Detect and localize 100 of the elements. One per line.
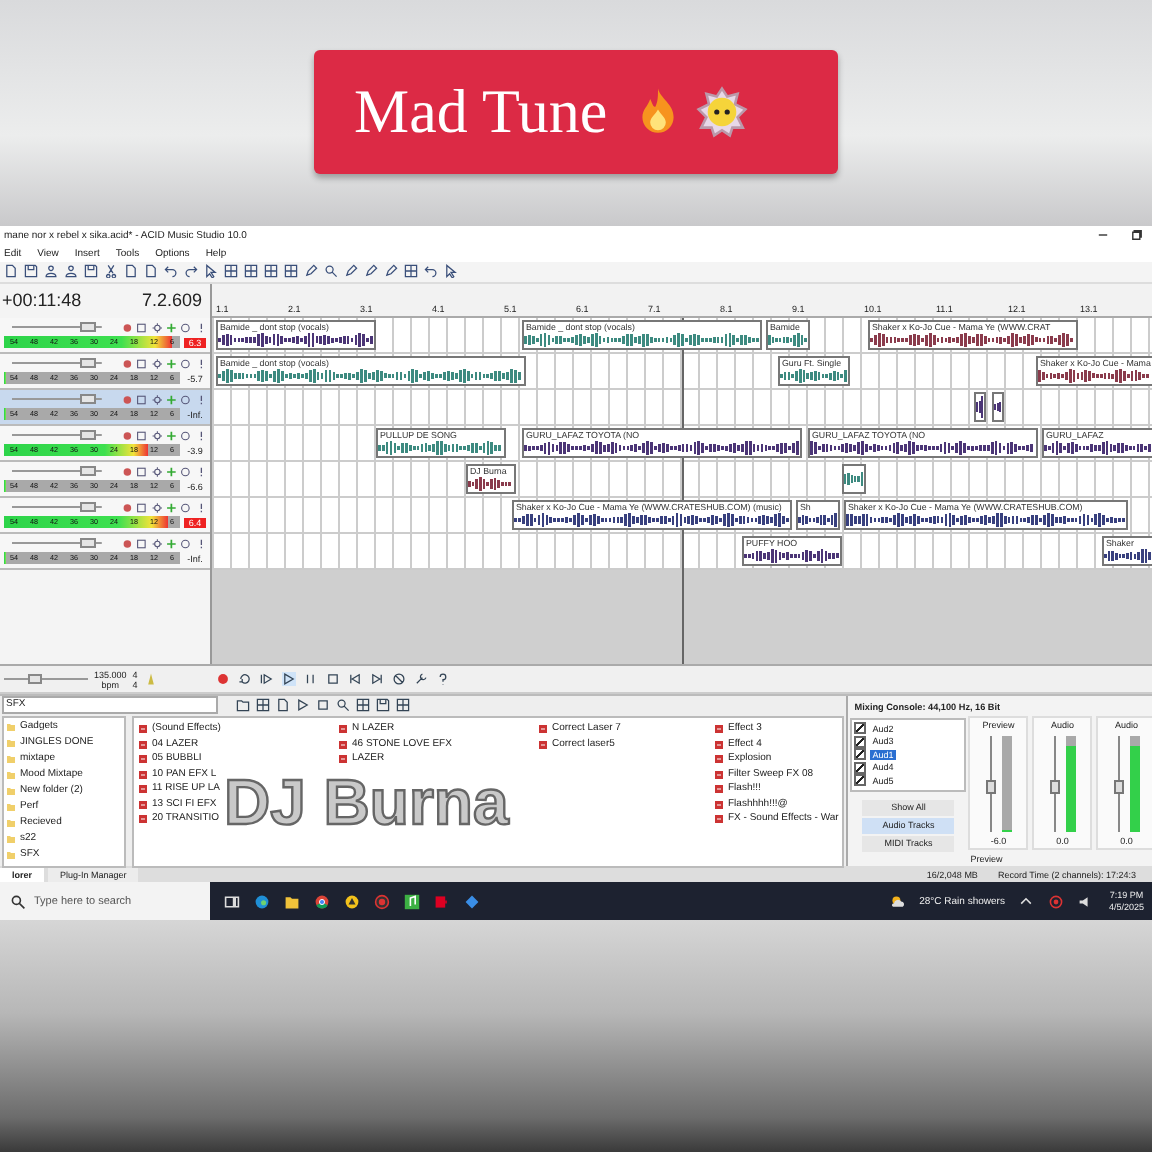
volume-slider[interactable] [12, 538, 102, 549]
folder-icon[interactable] [284, 893, 300, 910]
gear-icon[interactable] [151, 357, 162, 370]
record-icon[interactable] [121, 537, 133, 550]
diamond-icon[interactable] [464, 893, 480, 910]
record-icon[interactable] [374, 893, 390, 910]
circle-icon[interactable] [180, 429, 192, 442]
save-icon[interactable] [84, 264, 98, 279]
save-icon[interactable] [376, 698, 390, 713]
checkbox[interactable] [854, 722, 867, 735]
exclamation-icon[interactable] [195, 537, 207, 550]
exclamation-icon[interactable] [195, 393, 207, 406]
cursor-icon[interactable] [444, 264, 458, 279]
gear-icon[interactable] [151, 429, 162, 442]
circle-icon[interactable] [180, 501, 192, 514]
circle-icon[interactable] [180, 393, 192, 406]
person-icon[interactable] [44, 264, 58, 279]
circle-icon[interactable] [180, 537, 192, 550]
undo-icon[interactable] [164, 264, 178, 279]
music-note-icon[interactable] [404, 893, 420, 910]
help-icon[interactable] [436, 672, 450, 687]
square-icon[interactable] [136, 357, 148, 370]
weather-icon[interactable] [889, 893, 906, 910]
play-icon[interactable] [282, 672, 296, 687]
grid-icon[interactable] [256, 698, 270, 713]
pencil-icon[interactable] [304, 264, 318, 279]
chrome-icon[interactable] [314, 893, 330, 910]
save-icon[interactable] [24, 264, 38, 279]
gear-icon[interactable] [151, 321, 162, 334]
record-icon[interactable] [121, 501, 133, 514]
browser-icon[interactable] [254, 893, 270, 910]
plus-icon[interactable] [165, 501, 177, 514]
gear-icon[interactable] [151, 537, 162, 550]
plus-icon[interactable] [165, 321, 177, 334]
magnifier-icon[interactable] [336, 698, 350, 713]
grid-icon[interactable] [356, 698, 370, 713]
magnifier-icon[interactable] [324, 264, 338, 279]
task-view-icon[interactable] [224, 893, 240, 910]
plus-icon[interactable] [165, 537, 177, 550]
grid-icon[interactable] [224, 264, 238, 279]
prev-icon[interactable] [348, 672, 362, 687]
square-icon[interactable] [136, 501, 148, 514]
square-icon[interactable] [136, 393, 148, 406]
record-icon[interactable] [121, 357, 133, 370]
cursor-icon[interactable] [204, 264, 218, 279]
volume-slider[interactable] [12, 502, 102, 513]
grid-icon[interactable] [404, 264, 418, 279]
checkbox[interactable] [854, 748, 867, 761]
restore-icon[interactable] [1130, 228, 1144, 243]
circle-icon[interactable] [180, 465, 192, 478]
exclamation-icon[interactable] [195, 321, 207, 334]
checkbox[interactable] [854, 774, 867, 787]
plus-icon[interactable] [165, 357, 177, 370]
grid-icon[interactable] [396, 698, 410, 713]
volume-slider[interactable] [12, 358, 102, 369]
person-icon[interactable] [64, 264, 78, 279]
grid-icon[interactable] [264, 264, 278, 279]
loop-icon[interactable] [238, 672, 252, 687]
record-icon[interactable] [121, 429, 133, 442]
exclamation-icon[interactable] [195, 501, 207, 514]
square-icon[interactable] [136, 537, 148, 550]
grid-icon[interactable] [244, 264, 258, 279]
page-icon[interactable] [276, 698, 290, 713]
redo-icon[interactable] [184, 264, 198, 279]
square-icon[interactable] [136, 465, 148, 478]
slider-thumb[interactable] [28, 674, 43, 685]
gear-icon[interactable] [151, 465, 162, 478]
plus-icon[interactable] [165, 429, 177, 442]
exclamation-icon[interactable] [195, 357, 207, 370]
record-icon[interactable] [121, 393, 133, 406]
circle-icon[interactable] [180, 321, 192, 334]
record-icon[interactable] [121, 465, 133, 478]
checkbox[interactable] [854, 761, 867, 774]
square-icon[interactable] [136, 429, 148, 442]
folder-icon[interactable] [236, 698, 250, 713]
circle-icon[interactable] [180, 357, 192, 370]
square-icon[interactable] [136, 321, 148, 334]
page-icon[interactable] [4, 264, 18, 279]
volume-slider[interactable] [12, 394, 102, 405]
exclamation-icon[interactable] [195, 429, 207, 442]
app-icon[interactable] [434, 893, 450, 910]
gear-icon[interactable] [151, 393, 162, 406]
record-icon[interactable] [121, 321, 133, 334]
exclamation-icon[interactable] [195, 465, 207, 478]
record-icon[interactable] [1048, 893, 1065, 910]
scissors-icon[interactable] [104, 264, 118, 279]
triangle-icon[interactable] [344, 893, 360, 910]
undo-icon[interactable] [424, 264, 438, 279]
next-icon[interactable] [370, 672, 384, 687]
checkbox[interactable] [854, 735, 867, 748]
play-icon[interactable] [296, 698, 310, 713]
plus-icon[interactable] [165, 465, 177, 478]
playstart-icon[interactable] [260, 672, 274, 687]
record-icon[interactable] [216, 672, 230, 687]
volume-slider[interactable] [12, 466, 102, 477]
gear-icon[interactable] [151, 501, 162, 514]
volume-slider[interactable] [12, 430, 102, 441]
volume-slider[interactable] [12, 322, 102, 333]
nosign-icon[interactable] [392, 672, 406, 687]
pause-icon[interactable] [304, 672, 318, 687]
